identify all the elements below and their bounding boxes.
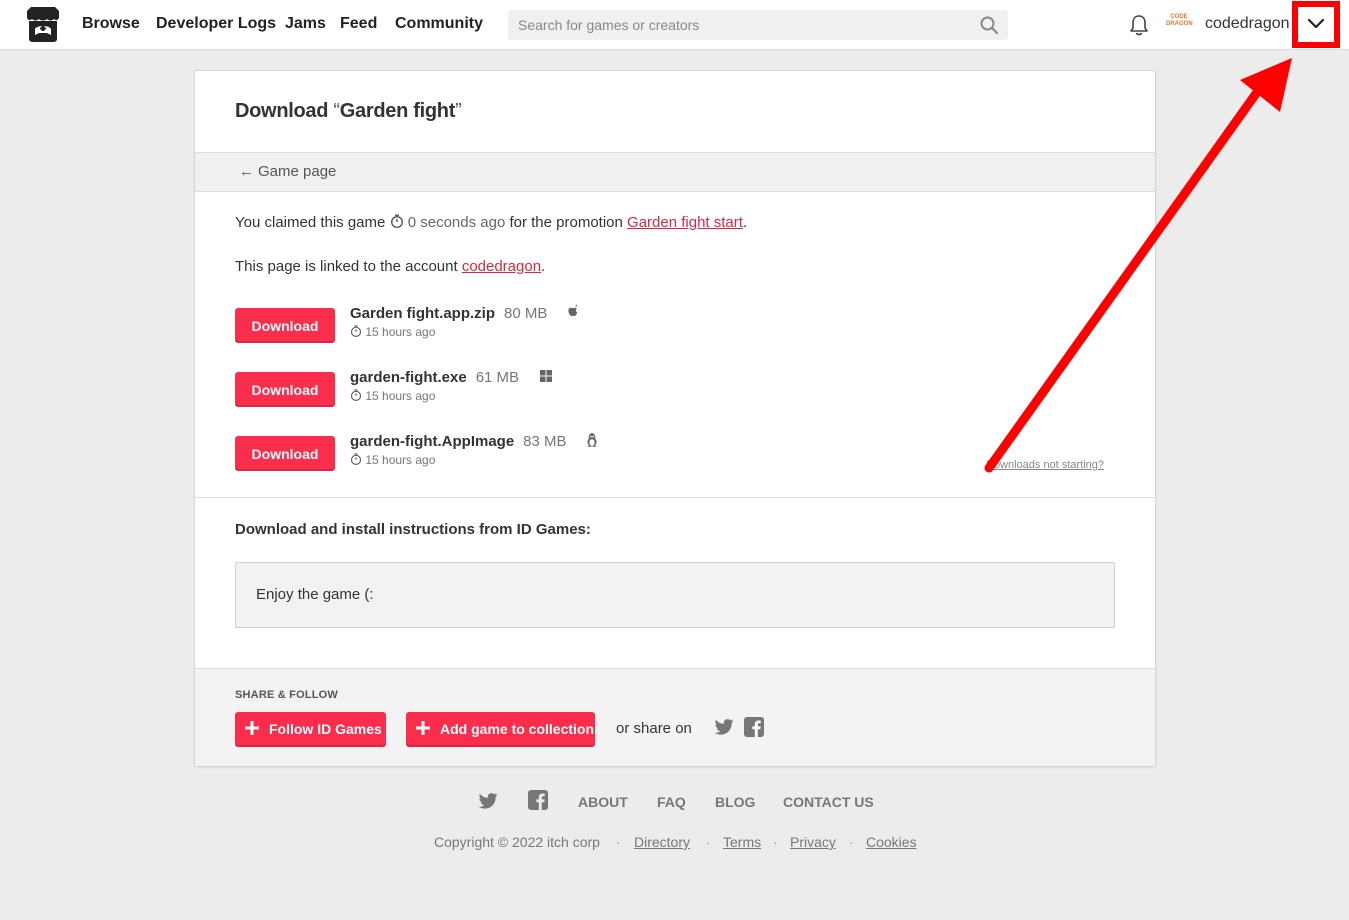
- add-to-collection-button[interactable]: Add game to collection: [406, 712, 595, 747]
- page-title: Download “Garden fight”: [235, 100, 462, 123]
- download-row: Download garden-fight.exe 61 MB 15 hours …: [235, 369, 1115, 412]
- footer-about-link[interactable]: ABOUT: [578, 794, 628, 810]
- footer-faq-link[interactable]: FAQ: [657, 794, 686, 810]
- arrow-left-icon: ←: [239, 163, 254, 180]
- back-label: Game page: [258, 163, 337, 180]
- stopwatch-icon: [350, 325, 362, 338]
- account-link[interactable]: codedragon: [462, 258, 541, 275]
- separator-dot: ·: [616, 834, 621, 850]
- upload-date-text: 15 hours ago: [365, 453, 436, 467]
- share-follow-section: SHARE & FOLLOW Follow ID Games Add game …: [195, 668, 1155, 766]
- footer-directory-link[interactable]: Directory: [634, 834, 690, 850]
- user-menu-dropdown-button[interactable]: [1292, 1, 1340, 48]
- download-row: Download garden-fight.AppImage 83 MB 15 h…: [235, 433, 1115, 476]
- nav-jams[interactable]: Jams: [285, 15, 326, 33]
- title-prefix: Download: [235, 100, 334, 122]
- facebook-icon[interactable]: [744, 717, 764, 737]
- footer-cookies-link[interactable]: Cookies: [866, 834, 917, 850]
- upload-filename: garden-fight.AppImage: [350, 433, 515, 450]
- linked-prefix: This page is linked to the account: [235, 258, 458, 275]
- upload-date: 15 hours ago: [350, 325, 435, 339]
- linked-account-info: This page is linked to the account coded…: [235, 258, 545, 275]
- game-name: Garden fight: [339, 100, 456, 122]
- separator-dot: ·: [849, 834, 854, 850]
- upload-title: Garden fight.app.zip 80 MB: [350, 305, 547, 322]
- upload-date: 15 hours ago: [350, 453, 435, 467]
- claim-end: .: [742, 214, 748, 231]
- stopwatch-icon: [350, 389, 362, 402]
- download-row: Download Garden fight.app.zip 80 MB 15 ho…: [235, 304, 1115, 348]
- nav-feed[interactable]: Feed: [340, 15, 377, 33]
- upload-date: 15 hours ago: [350, 389, 435, 403]
- divider: [195, 497, 1155, 498]
- footer-privacy-link[interactable]: Privacy: [790, 834, 836, 850]
- download-card: Download “Garden fight” ← Game page You c…: [194, 70, 1156, 767]
- upload-size: 83 MB: [523, 433, 567, 450]
- top-header: Browse Developer Logs Jams Feed Communit…: [0, 0, 1349, 50]
- instructions-text: Enjoy the game (:: [256, 586, 374, 603]
- notifications-bell-icon[interactable]: [1128, 13, 1150, 37]
- itch-logo-icon[interactable]: [23, 7, 63, 43]
- upload-date-text: 15 hours ago: [365, 325, 436, 339]
- stopwatch-icon: [350, 453, 362, 466]
- username[interactable]: codedragon: [1205, 15, 1290, 33]
- windows-icon: [540, 370, 552, 382]
- linked-end: .: [541, 258, 546, 275]
- twitter-icon[interactable]: [714, 718, 734, 736]
- upload-date-text: 15 hours ago: [365, 389, 436, 403]
- footer-facebook-icon[interactable]: [528, 790, 548, 810]
- nav-browse[interactable]: Browse: [82, 15, 140, 33]
- copyright: Copyright © 2022 itch corp: [434, 834, 600, 850]
- claim-info: You claimed this game 0 seconds ago for …: [235, 214, 747, 231]
- promotion-link[interactable]: Garden fight start: [627, 214, 743, 231]
- share-follow-label: SHARE & FOLLOW: [235, 689, 339, 701]
- avatar[interactable]: CODE DRAGON: [1166, 14, 1193, 34]
- linux-icon: [587, 433, 597, 447]
- separator-dot: ·: [706, 834, 711, 850]
- search-box: [508, 10, 1008, 40]
- title-close-quote: ”: [455, 100, 462, 122]
- search-input[interactable]: [508, 10, 978, 40]
- footer-blog-link[interactable]: BLOG: [715, 794, 755, 810]
- footer-contact-link[interactable]: CONTACT US: [783, 794, 874, 810]
- add-to-collection-label: Add game to collection: [440, 721, 595, 737]
- search-icon[interactable]: [980, 16, 998, 34]
- plus-icon: [245, 721, 259, 735]
- upload-title: garden-fight.AppImage 83 MB: [350, 433, 567, 450]
- claim-time: 0 seconds ago: [407, 214, 506, 231]
- upload-size: 61 MB: [475, 369, 520, 386]
- back-bar: ← Game page: [195, 152, 1155, 192]
- back-to-game-page-link[interactable]: ← Game page: [239, 163, 336, 180]
- instructions-box: Enjoy the game (:: [235, 562, 1115, 628]
- upload-filename: Garden fight.app.zip: [350, 305, 495, 322]
- nav-community[interactable]: Community: [395, 15, 483, 33]
- footer-terms-link[interactable]: Terms: [723, 834, 761, 850]
- claim-prefix: You claimed this game: [235, 214, 386, 231]
- download-button[interactable]: Download: [235, 372, 335, 407]
- stopwatch-icon: [390, 214, 403, 229]
- upload-filename: garden-fight.exe: [350, 369, 467, 386]
- download-button[interactable]: Download: [235, 308, 335, 343]
- claim-mid: for the promotion: [509, 214, 623, 231]
- follow-button[interactable]: Follow ID Games: [235, 712, 386, 747]
- nav-developer-logs[interactable]: Developer Logs: [156, 15, 276, 33]
- apple-icon: [568, 304, 578, 317]
- footer-twitter-icon[interactable]: [478, 792, 498, 810]
- plus-icon: [416, 721, 430, 735]
- upload-size: 80 MB: [504, 305, 548, 322]
- separator-dot: ·: [773, 834, 778, 850]
- follow-button-label: Follow ID Games: [269, 721, 382, 737]
- instructions-title: Download and install instructions from I…: [235, 521, 591, 538]
- download-button[interactable]: Download: [235, 436, 335, 471]
- downloads-not-starting-link[interactable]: Downloads not starting?: [986, 459, 1104, 471]
- upload-title: garden-fight.exe 61 MB: [350, 369, 519, 386]
- share-on-label: or share on: [616, 720, 692, 737]
- chevron-down-icon: [1307, 18, 1325, 29]
